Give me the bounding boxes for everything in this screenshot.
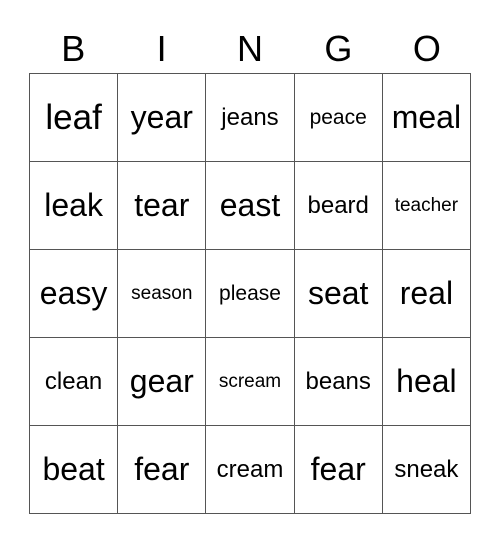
- bingo-header: B I N G O: [29, 28, 471, 70]
- bingo-cell[interactable]: please: [206, 250, 295, 338]
- header-letter-i: I: [156, 28, 167, 69]
- bingo-cell[interactable]: meal: [382, 74, 471, 162]
- header-letter-o: O: [412, 28, 441, 69]
- bingo-cell[interactable]: peace: [294, 74, 383, 162]
- bingo-cell[interactable]: jeans: [206, 74, 295, 162]
- bingo-cell[interactable]: fear: [118, 426, 207, 514]
- bingo-cell[interactable]: tear: [118, 162, 207, 250]
- bingo-cell[interactable]: beat: [30, 426, 119, 514]
- bingo-cell[interactable]: teacher: [382, 162, 471, 250]
- bingo-grid: leaf year jeans peace meal leak tear eas…: [29, 73, 471, 514]
- bingo-cell[interactable]: scream: [206, 338, 295, 426]
- header-letter-g: G: [324, 28, 353, 69]
- bingo-cell[interactable]: beans: [294, 338, 383, 426]
- bingo-cell[interactable]: heal: [382, 338, 471, 426]
- bingo-cell[interactable]: gear: [118, 338, 207, 426]
- bingo-cell[interactable]: cream: [206, 426, 295, 514]
- bingo-cell[interactable]: year: [118, 74, 207, 162]
- bingo-cell[interactable]: season: [118, 250, 207, 338]
- header-letter-n: N: [237, 28, 264, 69]
- bingo-cell[interactable]: leak: [30, 162, 119, 250]
- bingo-cell[interactable]: easy: [30, 250, 119, 338]
- header-letter-b: B: [61, 28, 86, 69]
- bingo-cell[interactable]: fear: [294, 426, 383, 514]
- bingo-cell[interactable]: east: [206, 162, 295, 250]
- bingo-cell[interactable]: beard: [294, 162, 383, 250]
- bingo-cell[interactable]: real: [382, 250, 471, 338]
- bingo-cell[interactable]: clean: [30, 338, 119, 426]
- bingo-cell[interactable]: leaf: [30, 74, 119, 162]
- bingo-cell[interactable]: seat: [294, 250, 383, 338]
- bingo-cell[interactable]: sneak: [382, 426, 471, 514]
